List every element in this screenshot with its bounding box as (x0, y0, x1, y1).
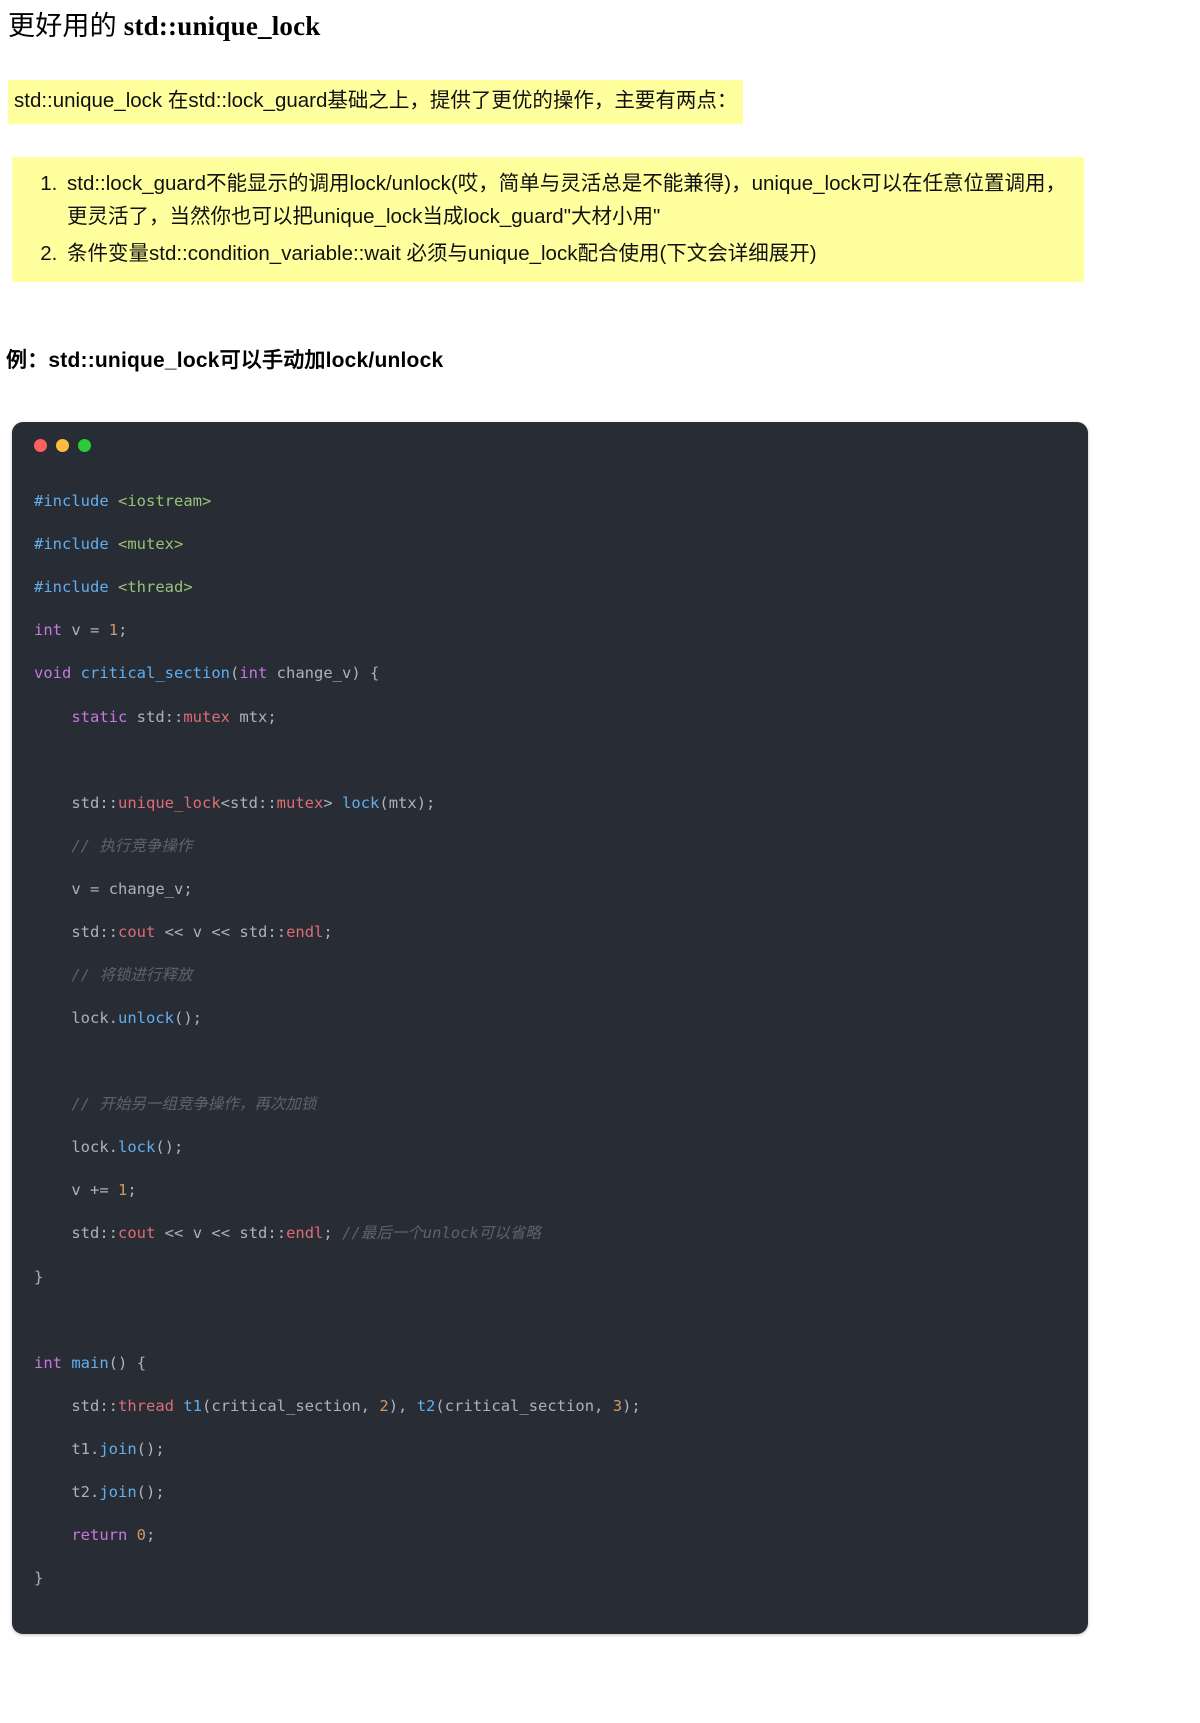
page-title-code-term: std::unique_lock (123, 11, 321, 41)
code-card: #include <iostream> #include <mutex> #in… (12, 422, 1088, 1635)
page-title: 更好用的 std::unique_lock (8, 10, 1200, 44)
window-maximize-icon[interactable] (78, 438, 91, 452)
window-minimize-icon[interactable] (56, 438, 69, 452)
intro-highlight-wrapper: std::unique_lock 在std::lock_guard基础之上，提供… (0, 79, 1200, 124)
window-close-icon[interactable] (34, 438, 47, 452)
code-card-titlebar (12, 422, 1088, 468)
intro-paragraph: std::unique_lock 在std::lock_guard基础之上，提供… (8, 79, 744, 124)
example-heading: 例：std::unique_lock可以手动加lock/unlock (6, 349, 444, 373)
points-list: std::lock_guard不能显示的调用lock/unlock(哎，简单与灵… (26, 167, 1070, 271)
list-item: std::lock_guard不能显示的调用lock/unlock(哎，简单与灵… (63, 167, 1070, 233)
code-block[interactable]: #include <iostream> #include <mutex> #in… (12, 468, 1088, 1600)
page-title-prefix: 更好用的 (8, 11, 124, 41)
list-item: 条件变量std::condition_variable::wait 必须与uni… (63, 237, 1070, 270)
points-highlight-block: std::lock_guard不能显示的调用lock/unlock(哎，简单与灵… (12, 156, 1084, 283)
